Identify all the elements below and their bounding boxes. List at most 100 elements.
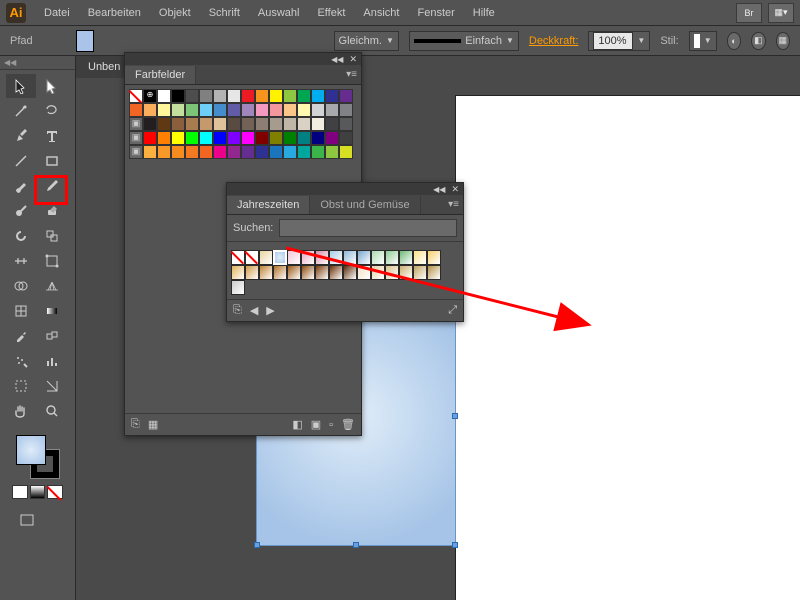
swatch[interactable] <box>325 117 339 131</box>
swatch[interactable] <box>255 117 269 131</box>
width-tool[interactable] <box>6 249 36 273</box>
transform-button[interactable]: ▦ <box>776 32 790 50</box>
swatch[interactable] <box>129 103 143 117</box>
blend-tool[interactable] <box>37 324 67 348</box>
menu-datei[interactable]: Datei <box>36 3 78 23</box>
swatch[interactable] <box>283 145 297 159</box>
slice-tool[interactable] <box>37 374 67 398</box>
menu-effekt[interactable]: Effekt <box>309 3 353 23</box>
gradient-swatch[interactable] <box>343 250 357 265</box>
seasons-tab[interactable]: Jahreszeiten <box>227 196 310 214</box>
column-graph-tool[interactable] <box>37 349 67 373</box>
gradient-swatch[interactable] <box>427 265 441 280</box>
gradient-swatch[interactable] <box>329 265 343 280</box>
eraser-tool[interactable] <box>37 199 67 223</box>
swatch[interactable] <box>255 131 269 145</box>
gradient-swatch[interactable] <box>231 250 245 265</box>
swatch[interactable] <box>311 117 325 131</box>
swatch[interactable] <box>227 117 241 131</box>
swatch[interactable] <box>339 117 353 131</box>
magic-wand-tool[interactable] <box>6 99 36 123</box>
lasso-tool[interactable] <box>37 99 67 123</box>
menu-fenster[interactable]: Fenster <box>409 3 462 23</box>
blob-brush-tool[interactable] <box>6 199 36 223</box>
swatch[interactable] <box>325 103 339 117</box>
direct-selection-tool[interactable] <box>37 74 67 98</box>
swatch[interactable] <box>171 117 185 131</box>
swatch[interactable] <box>227 145 241 159</box>
swatch[interactable]: ▣ <box>129 131 143 145</box>
new-color-group-icon[interactable]: ▣ <box>311 418 321 431</box>
panel-close-icon[interactable]: ✕ <box>451 184 459 195</box>
menu-objekt[interactable]: Objekt <box>151 3 199 23</box>
gradient-swatch[interactable] <box>287 265 301 280</box>
delete-swatch-icon[interactable]: 🗑 <box>341 418 355 431</box>
swatch[interactable] <box>269 103 283 117</box>
swatch[interactable] <box>269 131 283 145</box>
shape-builder-tool[interactable] <box>6 274 36 298</box>
zoom-tool[interactable] <box>37 399 67 423</box>
swatch[interactable] <box>241 89 255 103</box>
swatch[interactable] <box>283 117 297 131</box>
swatch[interactable] <box>325 89 339 103</box>
swatch[interactable] <box>311 131 325 145</box>
panel-collapse-icon[interactable]: ◀◀ <box>0 56 75 70</box>
eyedropper-tool[interactable] <box>6 324 36 348</box>
seasons-panel[interactable]: ◀◀ ✕ Jahreszeiten Obst und Gemüse ▾≡ Suc… <box>226 182 464 322</box>
selection-handle[interactable] <box>452 413 458 419</box>
mesh-tool[interactable] <box>6 299 36 323</box>
recolor-button[interactable]: ◐ <box>727 32 741 50</box>
color-mode-none[interactable] <box>47 485 63 499</box>
swatch[interactable] <box>185 89 199 103</box>
swatch[interactable] <box>171 131 185 145</box>
swatch[interactable] <box>185 131 199 145</box>
arrange-documents-button[interactable]: ▦▾ <box>768 3 794 23</box>
swatch[interactable] <box>185 103 199 117</box>
paintbrush-tool[interactable] <box>6 174 36 198</box>
swatch[interactable] <box>213 89 227 103</box>
swatch[interactable] <box>157 89 171 103</box>
stroke-profile-dropdown[interactable]: Gleichm.▼ <box>334 31 399 51</box>
swatch[interactable] <box>339 103 353 117</box>
symbol-sprayer-tool[interactable] <box>6 349 36 373</box>
swatch[interactable] <box>213 131 227 145</box>
gradient-swatch[interactable] <box>427 250 441 265</box>
swatch[interactable] <box>297 117 311 131</box>
swatch[interactable] <box>199 103 213 117</box>
panel-menu-icon[interactable]: ▾≡ <box>346 69 357 80</box>
swatch[interactable] <box>283 131 297 145</box>
swatch[interactable] <box>297 131 311 145</box>
swatch[interactable] <box>269 117 283 131</box>
panel-menu-icon[interactable]: ▾≡ <box>448 199 459 210</box>
new-swatch-icon[interactable]: ▫ <box>329 419 333 431</box>
panel-collapse-icon[interactable]: ◀◀ <box>433 185 445 194</box>
menu-bearbeiten[interactable]: Bearbeiten <box>80 3 149 23</box>
selection-handle[interactable] <box>254 542 260 548</box>
screen-mode-button[interactable] <box>12 509 42 533</box>
swatch[interactable] <box>269 145 283 159</box>
swatch[interactable] <box>171 145 185 159</box>
menu-hilfe[interactable]: Hilfe <box>465 3 503 23</box>
opacity-value[interactable]: 100% <box>593 32 633 50</box>
hand-tool[interactable] <box>6 399 36 423</box>
gradient-swatch[interactable] <box>259 250 273 265</box>
gradient-swatch[interactable] <box>315 250 329 265</box>
swatch[interactable] <box>213 117 227 131</box>
gradient-swatch[interactable] <box>287 250 301 265</box>
gradient-swatch[interactable] <box>399 250 413 265</box>
swatch[interactable] <box>199 117 213 131</box>
swatch[interactable] <box>157 145 171 159</box>
swatch[interactable] <box>297 103 311 117</box>
swatch[interactable] <box>157 103 171 117</box>
swatch[interactable] <box>311 89 325 103</box>
swatch[interactable] <box>255 89 269 103</box>
panel-collapse-icon[interactable]: ◀◀ <box>331 55 343 64</box>
style-dropdown[interactable]: ▼ <box>689 31 717 51</box>
gradient-swatch[interactable] <box>399 265 413 280</box>
opacity-dropdown[interactable]: 100%▼ <box>588 31 650 51</box>
pen-tool[interactable] <box>6 124 36 148</box>
fill-swatch[interactable] <box>76 30 94 52</box>
expand-icon[interactable]: ⤢ <box>448 304 457 317</box>
swatch[interactable]: ⊕ <box>143 89 157 103</box>
type-tool[interactable] <box>37 124 67 148</box>
